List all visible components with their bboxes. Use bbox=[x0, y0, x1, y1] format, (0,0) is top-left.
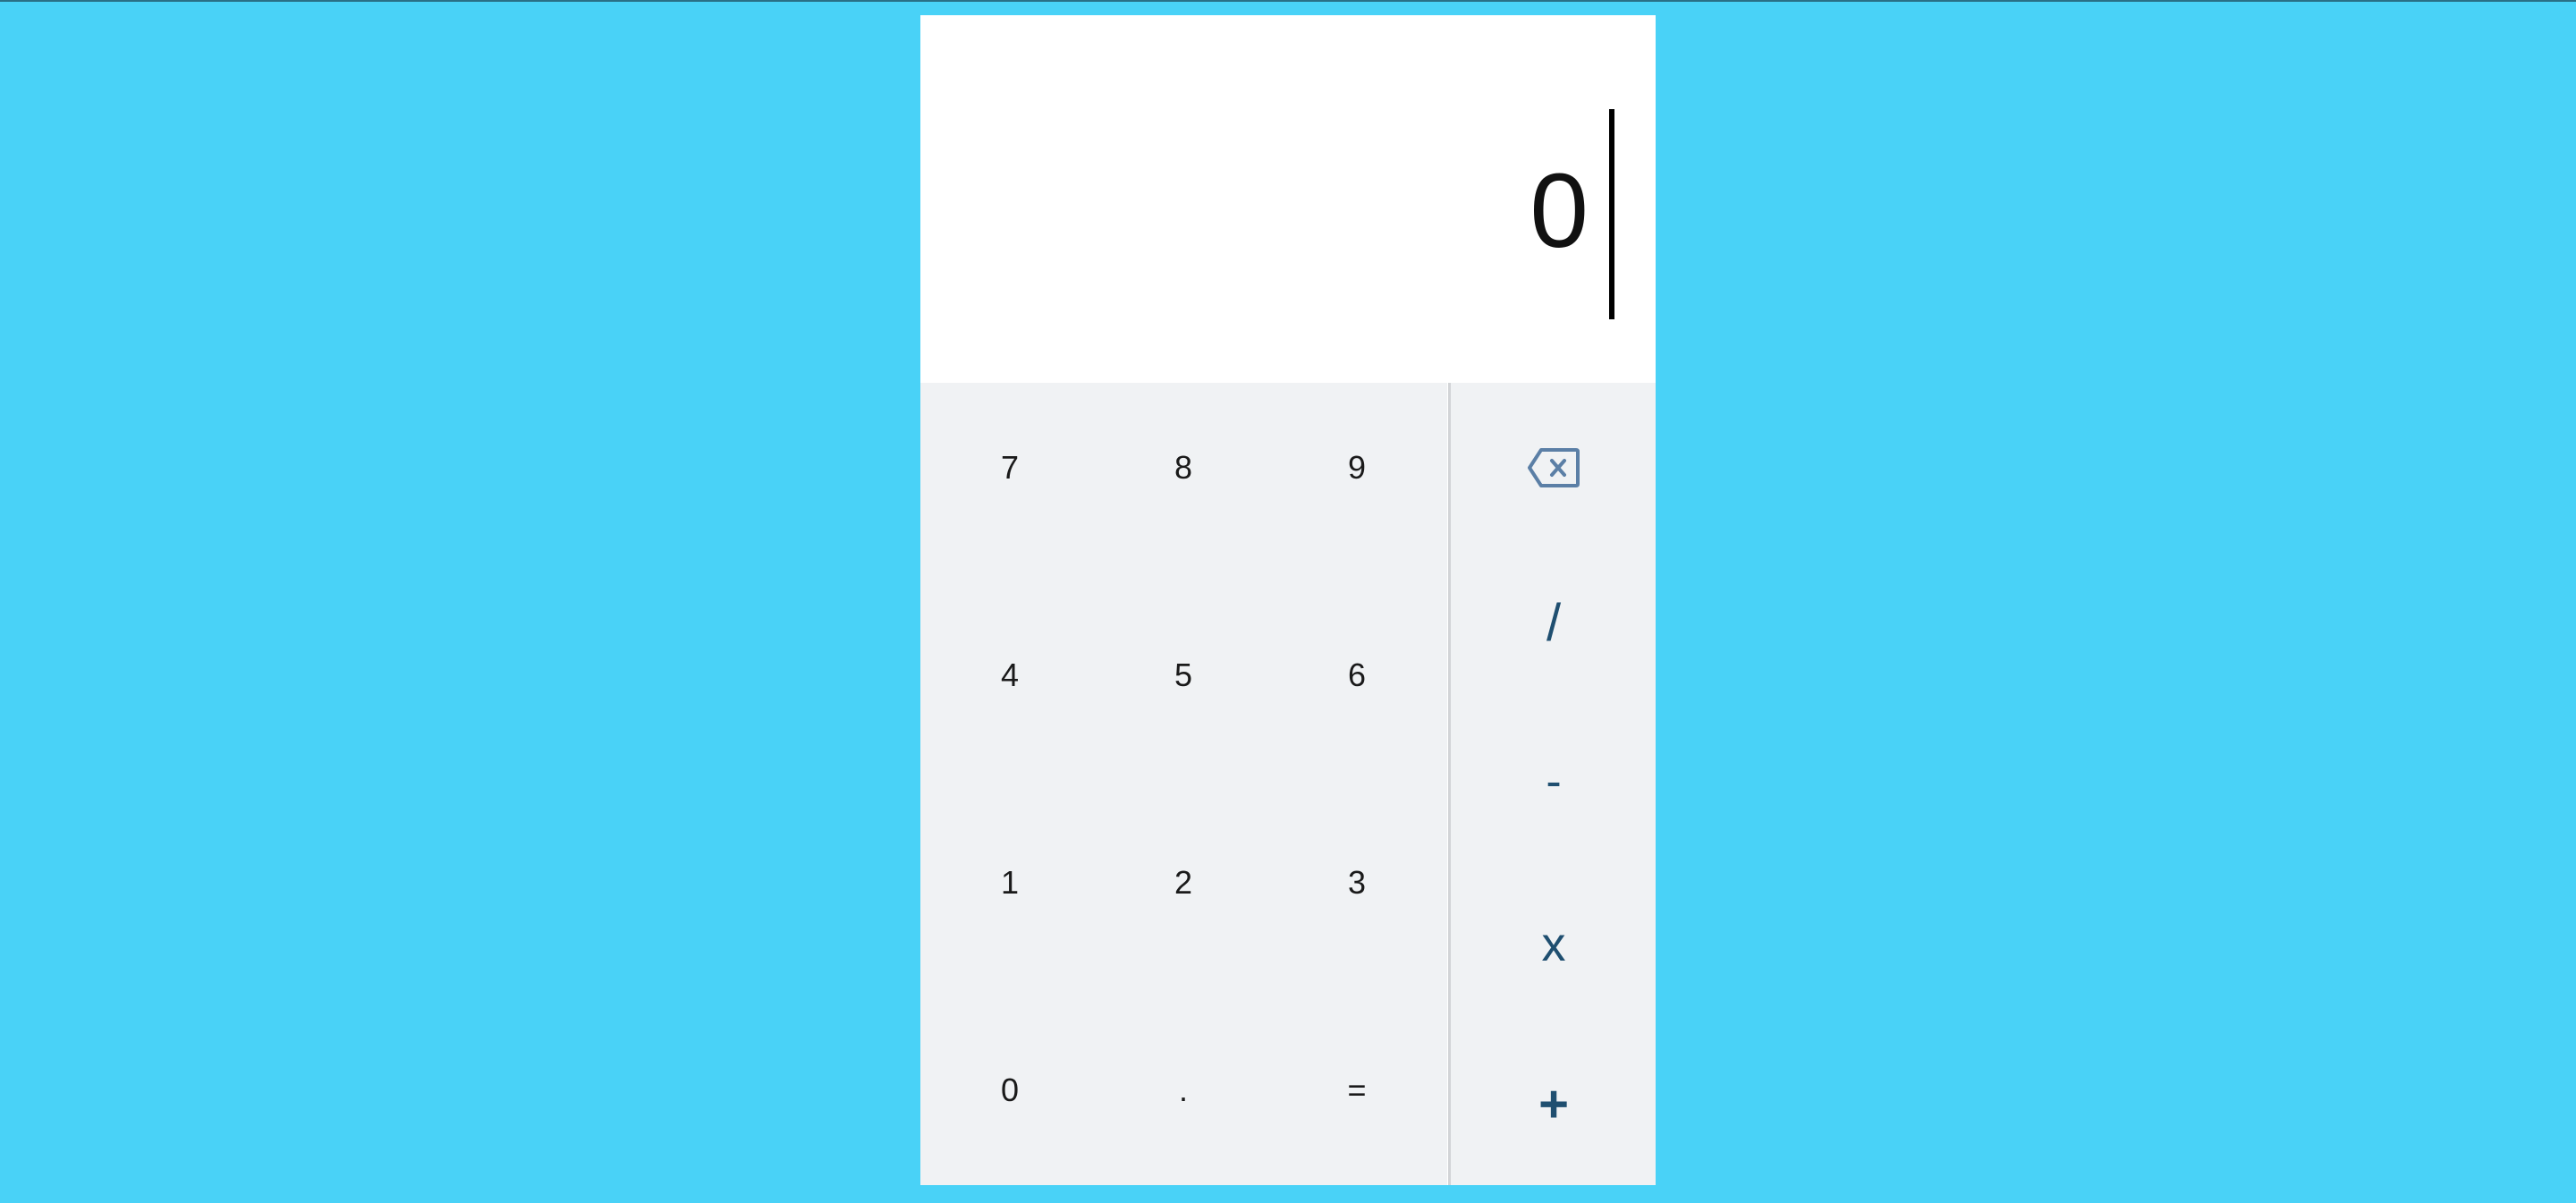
key-4[interactable]: 4 bbox=[956, 626, 1063, 724]
key-0[interactable]: 0 bbox=[956, 1041, 1063, 1139]
display-panel: 0 bbox=[920, 15, 1656, 383]
text-cursor bbox=[1609, 109, 1614, 319]
key-3[interactable]: 3 bbox=[1303, 834, 1411, 932]
key-5[interactable]: 5 bbox=[1130, 626, 1237, 724]
add-button[interactable]: + bbox=[1500, 1055, 1607, 1153]
divide-button[interactable]: / bbox=[1500, 573, 1607, 672]
subtract-button[interactable]: - bbox=[1500, 733, 1607, 831]
backspace-icon bbox=[1528, 448, 1580, 487]
key-9[interactable]: 9 bbox=[1303, 419, 1411, 517]
number-keypad: 7 8 9 4 5 6 1 2 3 0 . = bbox=[920, 383, 1447, 1185]
key-equals[interactable]: = bbox=[1303, 1041, 1411, 1139]
operator-column: / - x + bbox=[1448, 383, 1656, 1185]
key-6[interactable]: 6 bbox=[1303, 626, 1411, 724]
calculator: 0 7 8 9 4 5 6 1 2 3 0 . = / - x + bbox=[920, 15, 1656, 1185]
key-7[interactable]: 7 bbox=[956, 419, 1063, 517]
key-1[interactable]: 1 bbox=[956, 834, 1063, 932]
key-8[interactable]: 8 bbox=[1130, 419, 1237, 517]
display-value: 0 bbox=[1530, 152, 1589, 270]
backspace-button[interactable] bbox=[1500, 419, 1607, 517]
multiply-button[interactable]: x bbox=[1500, 895, 1607, 994]
key-2[interactable]: 2 bbox=[1130, 834, 1237, 932]
key-decimal[interactable]: . bbox=[1130, 1041, 1237, 1139]
